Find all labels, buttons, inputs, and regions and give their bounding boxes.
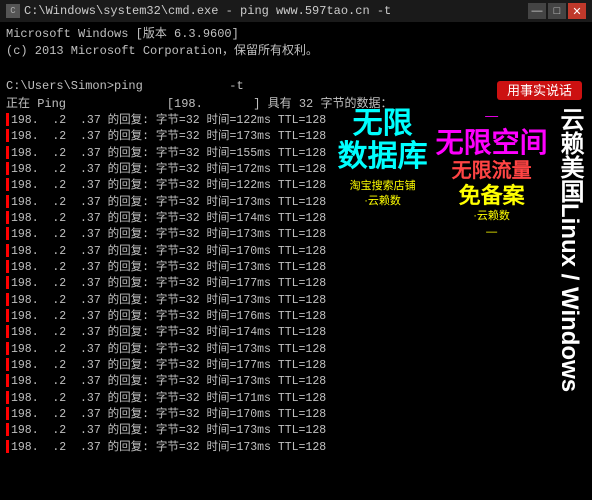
- title-bar-left: C C:\Windows\system32\cmd.exe - ping www…: [6, 4, 391, 18]
- ping-row: 198. .2 .37 的回复: 字节=32 时间=176ms TTL=128: [6, 309, 586, 325]
- window-title: C:\Windows\system32\cmd.exe - ping www.5…: [24, 4, 391, 18]
- ping-row: 198. .2 .37 的回复: 字节=32 时间=173ms TTL=128: [6, 440, 586, 456]
- cmd-line-3: [6, 61, 586, 78]
- minimize-button[interactable]: —: [528, 3, 546, 19]
- ping-row: 198. .2 .37 的回复: 字节=32 时间=174ms TTL=128: [6, 211, 586, 227]
- window-controls[interactable]: — □ ✕: [528, 3, 586, 19]
- cmd-prompt-line: C:\Users\Simon>ping -t: [6, 78, 586, 95]
- cmd-icon: C: [6, 4, 20, 18]
- ping-row: 198. .2 .37 的回复: 字节=32 时间=122ms TTL=128: [6, 178, 586, 194]
- ping-row: 198. .2 .37 的回复: 字节=32 时间=155ms TTL=128: [6, 146, 586, 162]
- ping-row: 198. .2 .37 的回复: 字节=32 时间=177ms TTL=128: [6, 358, 586, 374]
- title-bar: C C:\Windows\system32\cmd.exe - ping www…: [0, 0, 592, 22]
- maximize-button[interactable]: □: [548, 3, 566, 19]
- ping-row: 198. .2 .37 的回复: 字节=32 时间=173ms TTL=128: [6, 423, 586, 439]
- ping-row: 198. .2 .37 的回复: 字节=32 时间=122ms TTL=128: [6, 113, 586, 129]
- ping-row: 198. .2 .37 的回复: 字节=32 时间=173ms TTL=128: [6, 374, 586, 390]
- close-button[interactable]: ✕: [568, 3, 586, 19]
- ping-row: 198. .2 .37 的回复: 字节=32 时间=173ms TTL=128: [6, 129, 586, 145]
- cmd-line-1: Microsoft Windows [版本 6.3.9600]: [6, 26, 586, 43]
- ping-row: 198. .2 .37 的回复: 字节=32 时间=173ms TTL=128: [6, 260, 586, 276]
- ping-rows: 198. .2 .37 的回复: 字节=32 时间=122ms TTL=1281…: [6, 113, 586, 456]
- ping-row: 198. .2 .37 的回复: 字节=32 时间=171ms TTL=128: [6, 391, 586, 407]
- ping-row: 198. .2 .37 的回复: 字节=32 时间=173ms TTL=128: [6, 293, 586, 309]
- ping-row: 198. .2 .37 的回复: 字节=32 时间=172ms TTL=128: [6, 162, 586, 178]
- ping-row: 198. .2 .37 的回复: 字节=32 时间=170ms TTL=128: [6, 244, 586, 260]
- ping-row: 198. .2 .37 的回复: 字节=32 时间=177ms TTL=128: [6, 276, 586, 292]
- ping-row: 198. .2 .37 的回复: 字节=32 时间=170ms TTL=128: [6, 407, 586, 423]
- ping-row: 198. .2 .37 的回复: 字节=32 时间=173ms TTL=128: [6, 227, 586, 243]
- ping-row: 198. .2 .37 的回复: 字节=32 时间=173ms TTL=128: [6, 342, 586, 358]
- cmd-ping-info: 正在 Ping [198. ] 具有 32 字节的数据：: [6, 96, 586, 113]
- cmd-window: Microsoft Windows [版本 6.3.9600] (c) 2013…: [0, 22, 592, 500]
- ping-row: 198. .2 .37 的回复: 字节=32 时间=173ms TTL=128: [6, 195, 586, 211]
- ping-row: 198. .2 .37 的回复: 字节=32 时间=174ms TTL=128: [6, 325, 586, 341]
- cmd-line-2: (c) 2013 Microsoft Corporation，保留所有权利。: [6, 43, 586, 60]
